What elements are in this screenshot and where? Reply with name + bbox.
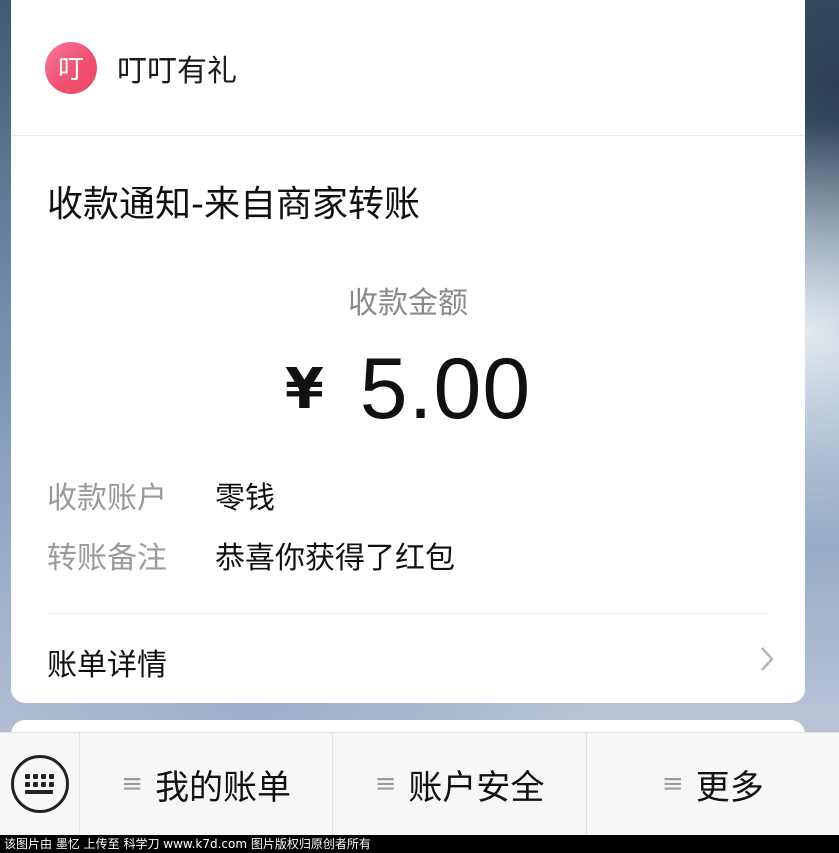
transfer-remark-row: 转账备注 恭喜你获得了红包 <box>47 533 455 577</box>
amount-value: 5.00 <box>359 341 532 437</box>
notice-title: 收款通知-来自商家转账 <box>47 184 420 225</box>
row-value: 零钱 <box>215 481 275 516</box>
menu-item-label: 更多 <box>695 767 764 808</box>
bill-detail-label: 账单详情 <box>47 648 167 683</box>
notification-card: 叮 叮叮有礼 收款通知-来自商家转账 收款金额 ¥5.00 收款账户 零钱 转账… <box>11 0 805 703</box>
app-name[interactable]: 叮叮有礼 <box>117 46 237 90</box>
row-value: 恭喜你获得了红包 <box>215 541 455 576</box>
receive-account-row: 收款账户 零钱 <box>47 473 275 517</box>
watermark-footer: 该图片由 墨忆 上传至 科学刀 www.k7d.com 图片版权归原创者所有 <box>0 835 839 853</box>
row-key: 收款账户 <box>47 481 167 516</box>
chevron-right-icon <box>759 642 775 682</box>
amount-label: 收款金额 <box>348 286 468 321</box>
keyboard-toggle-button[interactable] <box>0 733 80 835</box>
row-key: 转账备注 <box>47 541 167 576</box>
currency-symbol: ¥ <box>284 357 324 422</box>
bill-detail-link[interactable]: 账单详情 <box>47 640 775 684</box>
amount: ¥5.00 <box>11 340 805 439</box>
card-header: 叮 叮叮有礼 <box>11 0 805 136</box>
menu-account-security[interactable]: ≡ 账户安全 <box>333 733 587 835</box>
menu-item-label: 账户安全 <box>408 767 545 808</box>
menu-lines-icon: ≡ <box>374 769 397 799</box>
keyboard-icon <box>10 755 69 813</box>
menu-more[interactable]: ≡ 更多 <box>587 733 839 835</box>
menu-item-label: 我的账单 <box>155 767 292 808</box>
bottom-menu: ≡ 我的账单 ≡ 账户安全 ≡ 更多 <box>0 732 839 835</box>
app-logo-glyph: 叮 <box>57 55 84 85</box>
menu-lines-icon: ≡ <box>121 769 144 799</box>
divider <box>47 613 769 614</box>
menu-lines-icon: ≡ <box>661 769 684 799</box>
app-logo[interactable]: 叮 <box>45 41 97 94</box>
menu-my-bills[interactable]: ≡ 我的账单 <box>80 733 334 835</box>
